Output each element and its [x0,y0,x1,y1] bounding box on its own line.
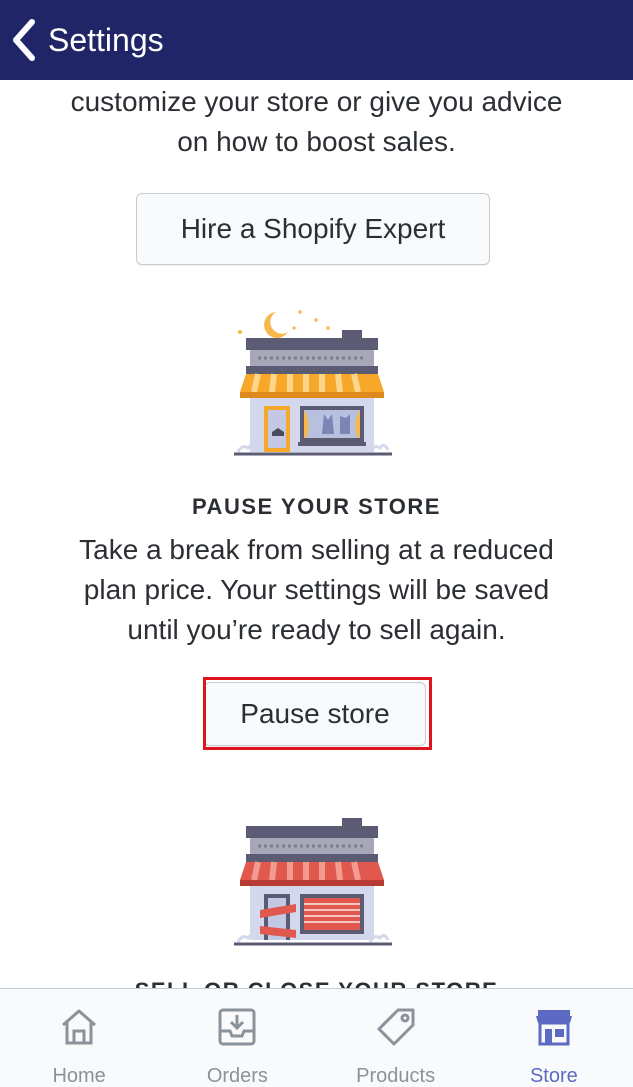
tab-label: Home [52,1065,106,1087]
tab-bar: Home Orders Products Store [0,988,633,1087]
back-button-label: Settings [48,21,164,58]
home-icon [59,1007,99,1047]
closed-store-illustration [228,818,398,953]
hire-shopify-expert-button[interactable]: Hire a Shopify Expert [136,193,490,265]
chevron-left-icon [10,18,38,62]
products-icon [376,1007,416,1047]
tab-label: Store [529,1065,578,1087]
settings-content[interactable]: customize your store or give you advice … [0,80,633,988]
description-line: until you’re ready to sell again. [127,614,506,645]
intro-paragraph: customize your store or give you advice … [0,82,633,162]
intro-line: on how to boost sales. [177,126,456,157]
navigation-bar: Settings [0,0,633,80]
pause-store-button[interactable]: Pause store [204,682,426,746]
tab-label: Products [356,1065,436,1087]
close-section-heading: SELL OR CLOSE YOUR STORE [0,978,633,988]
tab-label: Orders [206,1065,268,1087]
tab-products[interactable]: Products [317,989,475,1087]
tab-store[interactable]: Store [475,989,633,1087]
back-button[interactable]: Settings [0,0,164,80]
description-line: plan price. Your settings will be saved [83,574,550,605]
pause-section-description: Take a break from selling at a reduced p… [0,530,633,650]
orders-icon [217,1007,257,1047]
description-line: Take a break from selling at a reduced [79,534,554,565]
pause-section-heading: PAUSE YOUR STORE [192,494,441,519]
store-icon [534,1007,574,1047]
intro-line: customize your store or give you advice [70,86,563,117]
tab-home[interactable]: Home [0,989,158,1087]
tab-orders[interactable]: Orders [158,989,316,1087]
paused-store-illustration [228,298,398,463]
